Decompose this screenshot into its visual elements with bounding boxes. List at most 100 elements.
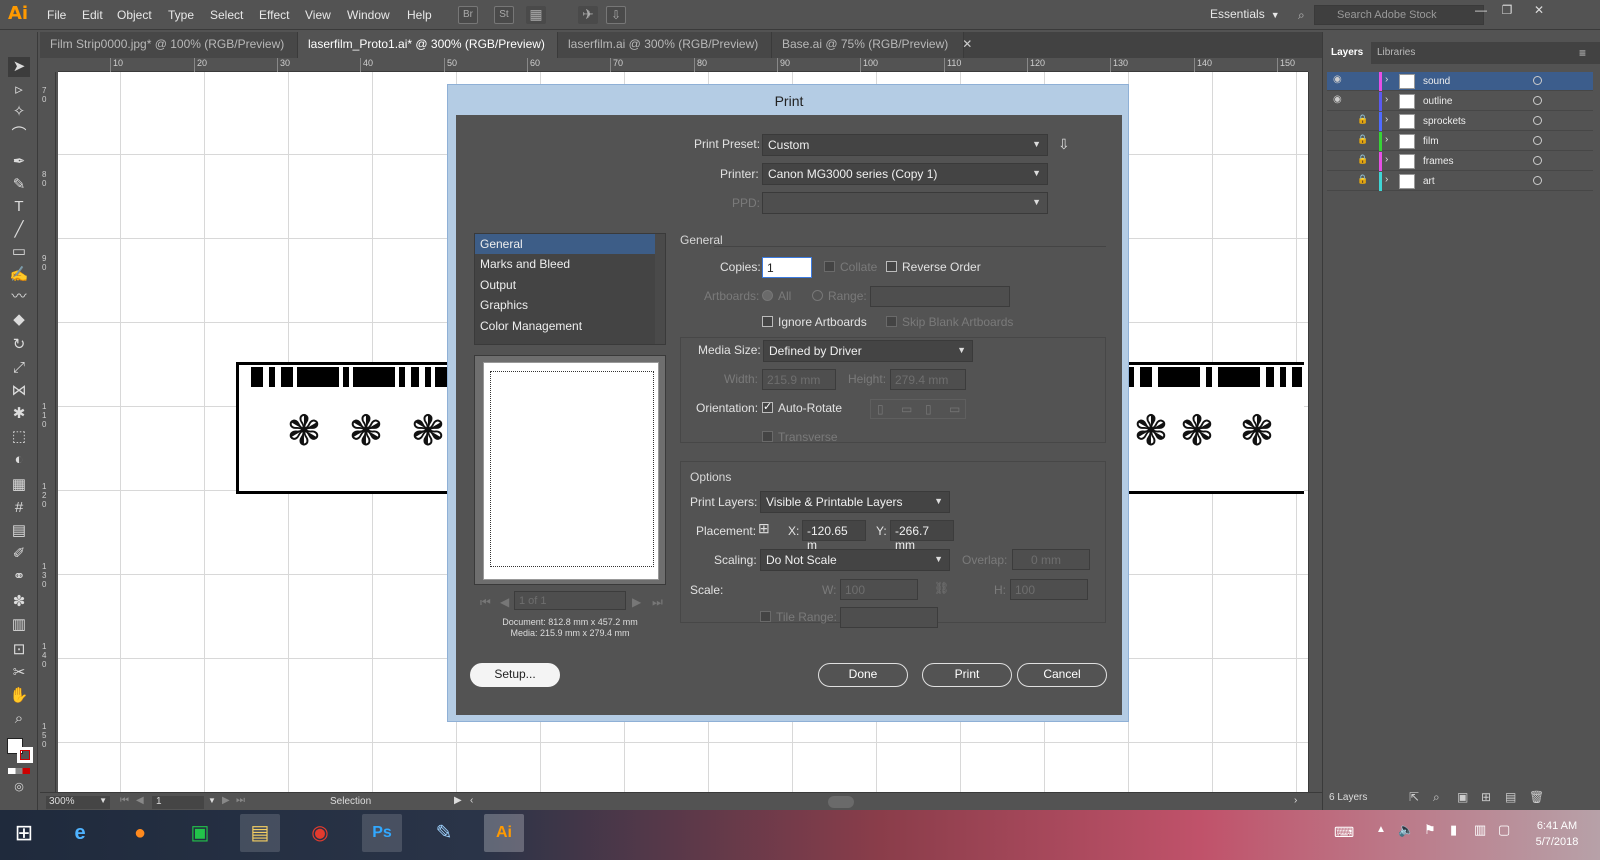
curvature-tool-icon[interactable]: ✎ bbox=[8, 175, 30, 195]
layer-row-art[interactable]: 🔒 › art bbox=[1327, 172, 1593, 191]
artboard-range-input[interactable] bbox=[870, 286, 1010, 307]
menu-type[interactable]: Type bbox=[168, 8, 194, 22]
drawing-mode-icon[interactable]: ◎ bbox=[8, 777, 30, 797]
layer-name[interactable]: art bbox=[1423, 176, 1435, 187]
internet-explorer-icon[interactable]: e bbox=[60, 814, 100, 852]
artboard-nav-first-icon[interactable]: ⏮ bbox=[120, 795, 129, 806]
tab-libraries[interactable]: Libraries bbox=[1369, 42, 1423, 64]
paint-icon[interactable]: ✎ bbox=[424, 814, 464, 852]
page-prev-icon[interactable]: ◀ bbox=[500, 595, 509, 609]
firefox-icon[interactable]: ● bbox=[120, 814, 160, 852]
layer-row-frames[interactable]: 🔒 › frames bbox=[1327, 152, 1593, 171]
arrange-documents-icon[interactable]: ▦ bbox=[526, 6, 546, 24]
rectangle-tool-icon[interactable]: ▭ bbox=[8, 242, 30, 262]
selection-tool-icon[interactable]: ➤ bbox=[8, 57, 30, 77]
menu-window[interactable]: Window bbox=[347, 8, 390, 22]
landscape-icon[interactable]: ▭ bbox=[901, 402, 912, 416]
delete-layer-icon[interactable]: 🗑 bbox=[1529, 790, 1544, 804]
layer-row-sprockets[interactable]: 🔒 › sprockets bbox=[1327, 112, 1593, 131]
pen-tool-icon[interactable]: ✒ bbox=[8, 152, 30, 172]
artboard-nav-next-icon[interactable]: ▶ bbox=[222, 795, 230, 806]
copies-input[interactable]: 1 bbox=[762, 257, 812, 278]
menu-file[interactable]: File bbox=[47, 8, 66, 22]
chevron-right-icon[interactable]: › bbox=[1385, 174, 1388, 185]
restore-icon[interactable]: ❐ bbox=[1496, 3, 1518, 19]
lock-icon[interactable]: 🔒 bbox=[1357, 174, 1368, 185]
overlap-input[interactable]: 0 mm bbox=[1012, 549, 1090, 570]
eye-icon[interactable]: ◉ bbox=[1333, 94, 1347, 105]
menu-view[interactable]: View bbox=[305, 8, 331, 22]
chevron-right-icon[interactable]: › bbox=[1385, 154, 1388, 165]
scaling-select[interactable]: Do Not Scale ▼ bbox=[760, 549, 950, 571]
type-tool-icon[interactable]: T bbox=[8, 197, 30, 217]
hand-tool-icon[interactable]: ✋ bbox=[8, 686, 30, 706]
landscape-flipped-icon[interactable]: ▭ bbox=[949, 402, 960, 416]
gpu-performance-icon[interactable]: ✈ bbox=[578, 6, 598, 24]
battery-icon[interactable]: ▮ bbox=[1450, 822, 1457, 838]
save-preset-icon[interactable]: ⇩ bbox=[1058, 136, 1070, 153]
file-explorer-icon[interactable]: ▤ bbox=[240, 814, 280, 852]
eyedropper-tool-icon[interactable]: ✐ bbox=[8, 544, 30, 564]
export-icon[interactable]: ⇱ bbox=[1409, 790, 1419, 804]
target-circle-icon[interactable] bbox=[1533, 76, 1542, 85]
artboard-nav-last-icon[interactable]: ⏭ bbox=[236, 795, 245, 806]
done-button[interactable]: Done bbox=[818, 663, 908, 687]
tray-chevron-up-icon[interactable]: ▲ bbox=[1376, 824, 1386, 835]
layer-row-outline[interactable]: ◉ › outline bbox=[1327, 92, 1593, 111]
film-strip-artwork-right[interactable]: ❃ ❃ ❃ bbox=[1128, 362, 1304, 494]
lock-icon[interactable]: 🔒 bbox=[1357, 134, 1368, 145]
network-icon[interactable]: ▥ bbox=[1474, 822, 1486, 838]
magic-wand-tool-icon[interactable]: ✧ bbox=[8, 102, 30, 122]
portrait-icon[interactable]: ▯ bbox=[877, 402, 884, 416]
category-graphics[interactable]: Graphics bbox=[475, 295, 655, 315]
width-input[interactable]: 215.9 mm bbox=[762, 369, 836, 390]
blend-tool-icon[interactable]: ⚭ bbox=[8, 567, 30, 587]
lock-icon[interactable]: 🔒 bbox=[1357, 114, 1368, 125]
layer-row-sound[interactable]: ◉ › sound bbox=[1327, 72, 1593, 91]
zoom-tool-icon[interactable]: ⌕ bbox=[8, 709, 30, 729]
gradient-tool-icon[interactable]: ▤ bbox=[8, 521, 30, 541]
perspective-grid-tool-icon[interactable]: ▦ bbox=[8, 475, 30, 495]
scale-tool-icon[interactable]: ⤢ bbox=[8, 358, 30, 378]
printer-select[interactable]: Canon MG3000 series (Copy 1) ▼ bbox=[762, 163, 1048, 185]
ppd-select[interactable]: ▼ bbox=[762, 192, 1048, 214]
print-preview[interactable] bbox=[474, 355, 666, 585]
height-input[interactable]: 279.4 mm bbox=[890, 369, 966, 390]
collate-checkbox[interactable] bbox=[824, 261, 835, 272]
page-next-icon[interactable]: ▶ bbox=[632, 595, 641, 609]
category-general[interactable]: General bbox=[475, 234, 655, 254]
shaper-tool-icon[interactable]: 〰 bbox=[8, 287, 30, 307]
paintbrush-tool-icon[interactable]: ✍ bbox=[8, 265, 30, 285]
chrome-icon[interactable]: ◉ bbox=[300, 814, 340, 852]
chevron-down-icon[interactable]: ▼ bbox=[208, 796, 216, 805]
puppet-warp-tool-icon[interactable]: ✱ bbox=[8, 404, 30, 424]
category-scrollbar[interactable] bbox=[655, 234, 665, 344]
windows-start-icon[interactable]: ⊞ bbox=[4, 814, 44, 852]
print-layers-select[interactable]: Visible & Printable Layers ▼ bbox=[760, 491, 950, 513]
lock-icon[interactable]: 🔒 bbox=[1357, 154, 1368, 165]
setup-button[interactable]: Setup... bbox=[470, 663, 560, 687]
column-graph-tool-icon[interactable]: ▥ bbox=[8, 615, 30, 635]
menu-object[interactable]: Object bbox=[117, 8, 152, 22]
status-menu-icon[interactable]: ▶ bbox=[454, 795, 462, 806]
media-size-select[interactable]: Defined by Driver ▼ bbox=[763, 340, 973, 362]
artboard-nav-prev-icon[interactable]: ◀ bbox=[136, 795, 144, 806]
menu-select[interactable]: Select bbox=[210, 8, 243, 22]
page-first-icon[interactable]: ⏮ bbox=[480, 595, 491, 610]
new-layer-icon[interactable]: ▤ bbox=[1505, 790, 1516, 804]
zoom-field[interactable]: 300% ▼ bbox=[46, 796, 110, 809]
slice-tool-icon[interactable]: ✂ bbox=[8, 663, 30, 683]
portrait-flipped-icon[interactable]: ▯ bbox=[925, 402, 932, 416]
volume-icon[interactable]: 🔈 bbox=[1398, 822, 1414, 838]
free-transform-tool-icon[interactable]: ⬚ bbox=[8, 427, 30, 447]
menu-edit[interactable]: Edit bbox=[82, 8, 103, 22]
layer-name[interactable]: film bbox=[1423, 136, 1439, 147]
cancel-button[interactable]: Cancel bbox=[1017, 663, 1107, 687]
line-tool-icon[interactable]: ╱ bbox=[8, 220, 30, 240]
skip-blank-checkbox[interactable] bbox=[886, 316, 897, 327]
tab-laserfilm-proto1[interactable]: laserfilm_Proto1.ai* @ 300% (RGB/Preview… bbox=[298, 32, 569, 58]
illustrator-taskbar-icon[interactable]: Ai bbox=[484, 814, 524, 852]
auto-rotate-checkbox[interactable] bbox=[762, 400, 773, 413]
close-icon[interactable]: ✕ bbox=[962, 37, 972, 51]
stock-search-input[interactable]: Search Adobe Stock bbox=[1314, 5, 1484, 25]
